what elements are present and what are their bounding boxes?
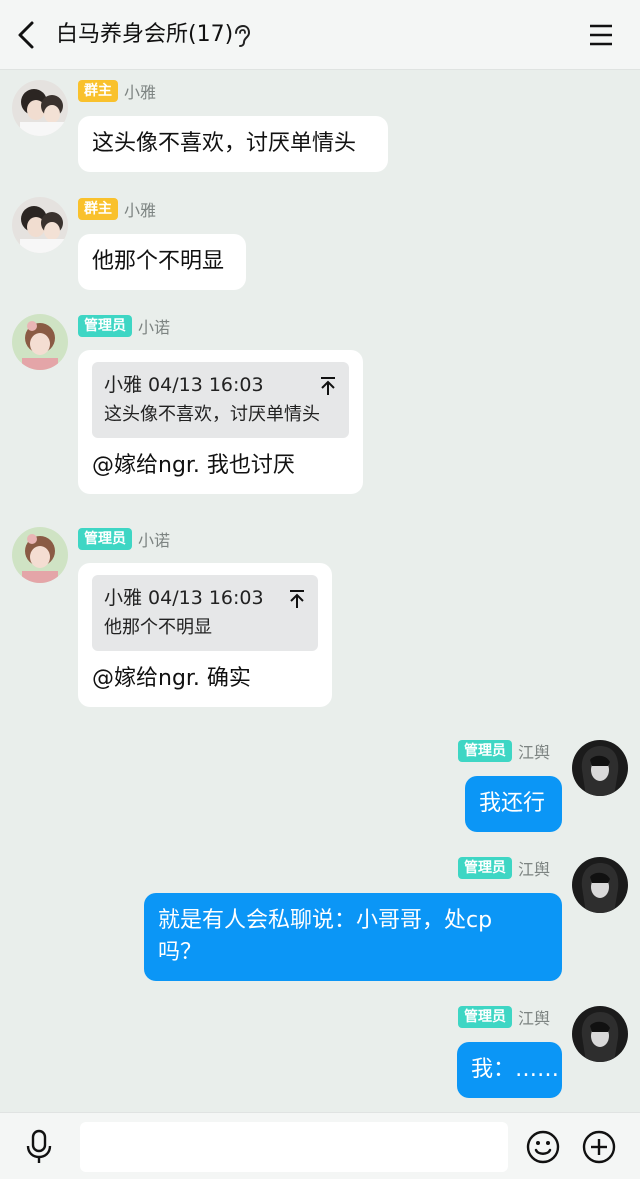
sender-name[interactable]: 江舆 [518,739,550,763]
jump-to-top-icon[interactable] [319,376,337,396]
message-text: 我还行 [479,791,546,816]
quote-header: 小雅 04/13 16:03 [104,587,264,609]
chat-header: 白马养身会所(17) [0,0,640,70]
quote-text: 他那个不明显 [104,617,212,638]
sender-name[interactable]: 小雅 [124,79,156,103]
ear-icon[interactable] [232,24,252,48]
chevron-left-icon[interactable] [12,18,42,52]
input-bar [0,1112,640,1179]
admin-badge: 管理员 [458,857,512,879]
sender-name[interactable]: 小诺 [138,527,170,551]
emoji-icon[interactable] [525,1129,561,1165]
message-text: 吗？ [158,940,203,965]
avatar[interactable] [12,80,68,136]
admin-badge: 管理员 [78,528,132,550]
message-bubble[interactable]: 小雅 04/13 16:03 他那个不明显 @嫁给ngr. 确实 [78,563,332,707]
sender-name[interactable]: 江舆 [518,1005,550,1029]
chat-title[interactable]: 白马养身会所(17) [56,18,233,52]
message-text: 这头像不喜欢，讨厌单情头 [92,131,357,156]
avatar[interactable] [12,527,68,583]
message-text: 就是有人会私聊说：小哥哥，处cp [158,908,493,933]
message-bubble[interactable]: 这头像不喜欢，讨厌单情头 [78,116,388,172]
quoted-message[interactable]: 小雅 04/13 16:03 他那个不明显 [92,575,318,651]
quote-header: 小雅 04/13 16:03 [104,374,264,396]
message-text: 他那个不明显 [92,249,225,274]
message-text: 我：…… [471,1057,560,1082]
avatar[interactable] [572,740,628,796]
message-bubble[interactable]: 就是有人会私聊说：小哥哥，处cp 吗？ [144,893,562,981]
quote-text: 这头像不喜欢，讨厌单情头 [104,404,320,425]
admin-badge: 管理员 [458,1006,512,1028]
admin-badge: 管理员 [78,315,132,337]
microphone-icon[interactable] [24,1129,54,1165]
message-text: @嫁给ngr. 我也讨厌 [92,453,295,478]
sender-name[interactable]: 小诺 [138,314,170,338]
avatar[interactable] [12,314,68,370]
menu-icon[interactable] [586,20,616,50]
sender-name[interactable]: 江舆 [518,856,550,880]
avatar[interactable] [12,197,68,253]
admin-badge: 管理员 [458,740,512,762]
sender-name[interactable]: 小雅 [124,197,156,221]
message-text: @嫁给ngr. 确实 [92,666,251,691]
message-bubble[interactable]: 我还行 [465,776,562,832]
message-bubble[interactable]: 我：…… [457,1042,562,1098]
avatar[interactable] [572,857,628,913]
owner-badge: 群主 [78,198,118,220]
message-bubble[interactable]: 小雅 04/13 16:03 这头像不喜欢，讨厌单情头 @嫁给ngr. 我也讨厌 [78,350,363,494]
avatar[interactable] [572,1006,628,1062]
message-input[interactable] [80,1122,508,1172]
plus-circle-icon[interactable] [581,1129,617,1165]
jump-to-top-icon[interactable] [288,589,306,609]
owner-badge: 群主 [78,80,118,102]
message-bubble[interactable]: 他那个不明显 [78,234,246,290]
quoted-message[interactable]: 小雅 04/13 16:03 这头像不喜欢，讨厌单情头 [92,362,349,438]
